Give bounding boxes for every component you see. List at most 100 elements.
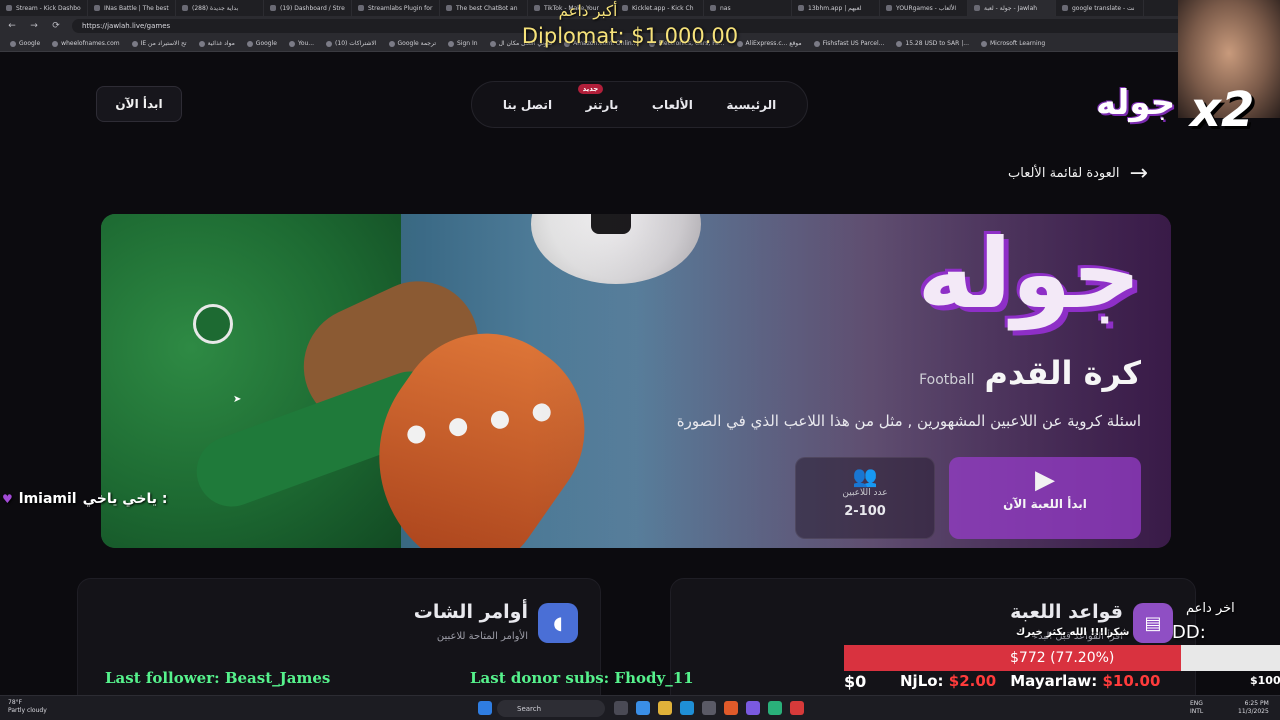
nav-partner-label: بارتنر [585, 97, 619, 112]
browser-tab[interactable]: (288) بداية جديدة [176, 0, 264, 16]
bookmark-favicon-icon [198, 40, 205, 47]
browser-tab[interactable]: Stream - Kick Dashbo [0, 0, 88, 16]
back-to-games-link[interactable]: → العودة لقائمة الألعاب [1008, 161, 1148, 186]
browser-tab[interactable]: google translate - نت [1056, 0, 1144, 16]
task-view-icon[interactable] [614, 701, 628, 715]
bookmark-item[interactable]: Google [4, 40, 46, 47]
language-indicator[interactable]: ENG INTL [1190, 700, 1203, 716]
browser-tab[interactable]: 13bhm.app | لعبهم [792, 0, 880, 16]
tab-label: nas [720, 4, 731, 12]
goal-min: $0 [844, 672, 867, 691]
bookmark-label: You... [297, 40, 315, 47]
nav-partner[interactable]: بارتنر جديد [577, 83, 619, 112]
top-donor-value: Diplomat: $1,000.00 [521, 24, 739, 48]
bookmark-label: Fishsfast US Parcel... [822, 40, 885, 47]
bookmark-favicon-icon [288, 40, 295, 47]
last-donor-label: اخر داعم [1186, 601, 1235, 616]
bookmark-label: Sign In [456, 40, 478, 47]
bookmark-item[interactable]: Microsoft Learning [975, 40, 1051, 47]
donation-goal-text: $772 (77.20%) [1010, 650, 1115, 666]
clock-time: 6:25 PM [1244, 700, 1269, 707]
bookmark-label: مواد غذائية [207, 40, 235, 47]
store-icon[interactable] [702, 701, 716, 715]
widgets-icon[interactable] [636, 701, 650, 715]
heart-icon: ♥ [2, 492, 13, 506]
tab-favicon-icon [798, 5, 804, 11]
bookmark-favicon-icon [896, 40, 903, 47]
nav-contact[interactable]: اتصل بنا [503, 98, 552, 112]
bookmark-item[interactable]: مواد غذائية [193, 40, 241, 47]
page-content: ابدأ الآن الرئيسية الألعاب بارتنر جديد ا… [0, 53, 1280, 695]
tab-favicon-icon [446, 5, 452, 11]
back-arrow-icon[interactable]: ← [6, 21, 18, 31]
bookmark-item[interactable]: (10) الاشتراكات [320, 40, 382, 47]
top-donor-label: أكبر داعم [558, 2, 618, 20]
bookmark-label: Google [255, 40, 277, 47]
taskbar-search[interactable]: Search [497, 700, 605, 717]
play-now-label: ابدأ اللعبة الآن [1003, 497, 1087, 511]
weather-widget[interactable]: 78°F Partly cloudy [8, 699, 47, 715]
nav-games[interactable]: الألعاب [652, 98, 693, 112]
bookmark-label: 15.28 USD to SAR |... [905, 40, 969, 47]
edge-icon[interactable] [680, 701, 694, 715]
bookmark-item[interactable]: Sign In [442, 40, 484, 47]
bookmark-item[interactable]: Google [241, 40, 283, 47]
discord-icon[interactable] [746, 701, 760, 715]
bookmark-item[interactable]: IE تح الاستيراد من [126, 40, 193, 47]
browser-tab[interactable]: Kicklet.app - Kick Ch [616, 0, 704, 16]
browser-tab[interactable]: (19) Dashboard / Stre [264, 0, 352, 16]
browser-tab[interactable]: nas [704, 0, 792, 16]
hero-title: كرة القدم Football [919, 354, 1141, 392]
hero-logo: جوله [917, 218, 1141, 330]
main-nav: الرئيسية الألعاب بارتنر جديد اتصل بنا [471, 81, 808, 128]
tab-label: جولة - لعبة - Jawlah [984, 4, 1038, 12]
file-explorer-icon[interactable] [658, 701, 672, 715]
tab-label: 13bhm.app | لعبهم [808, 4, 862, 12]
tab-favicon-icon [358, 5, 364, 11]
clock-date: 11/3/2025 [1238, 708, 1269, 715]
donation-goal-bar: $772 (77.20%) [844, 645, 1280, 671]
last-follower: Last follower: Beast_James [105, 669, 331, 687]
bookmark-item[interactable]: You... [283, 40, 320, 47]
app-icon[interactable] [768, 701, 782, 715]
chat-text: ياخي ياخي : [82, 491, 168, 507]
browser-tab[interactable]: جولة - لعبة - Jawlah [968, 0, 1056, 16]
bookmark-item[interactable]: Fishsfast US Parcel... [808, 40, 891, 47]
arrow-right-icon: → [1129, 161, 1148, 186]
goal-max: $1000 [1250, 674, 1280, 687]
nav-home[interactable]: الرئيسية [726, 98, 776, 112]
windows-start-icon[interactable] [478, 701, 492, 715]
browser-tab[interactable]: Streamlabs Plugin for [352, 0, 440, 16]
browser-tab[interactable]: INas Battle | The best [88, 0, 176, 16]
browser-tab[interactable]: YOURgames - الألعاب [880, 0, 968, 16]
chat-bubble-icon: ◖ [538, 603, 578, 643]
bookmark-label: IE تح الاستيراد من [140, 40, 187, 47]
weather-desc: Partly cloudy [8, 707, 47, 714]
lang-layout: INTL [1190, 708, 1204, 715]
start-now-button[interactable]: ابدأ الآن [96, 86, 182, 122]
system-clock[interactable]: 6:25 PM 11/3/2025 [1238, 700, 1269, 716]
bookmark-favicon-icon [447, 40, 454, 47]
tab-favicon-icon [622, 5, 628, 11]
bookmark-favicon-icon [326, 40, 333, 47]
bookmark-label: Google [19, 40, 41, 47]
tab-favicon-icon [886, 5, 892, 11]
tab-favicon-icon [94, 5, 100, 11]
bookmark-item[interactable]: Google ترجمة [383, 40, 442, 47]
bookmark-item[interactable]: AliExpress.c... موقع [731, 40, 808, 47]
brave-icon[interactable] [724, 701, 738, 715]
forward-arrow-icon[interactable]: → [28, 21, 40, 31]
donation-ticker: NjLo: $2.00 Mayarlaw: $10.00 [900, 672, 1160, 690]
ticker-name: NjLo: [900, 672, 944, 690]
bookmark-item[interactable]: 15.28 USD to SAR |... [890, 40, 975, 47]
play-now-button[interactable]: ▶ ابدأ اللعبة الآن [949, 457, 1141, 539]
browser-tab[interactable]: The best ChatBot an [440, 0, 528, 16]
site-logo[interactable]: جوله [1096, 83, 1175, 123]
players-count-box: 👥 عدد اللاعبين 2-100 [795, 457, 935, 539]
tab-favicon-icon [270, 5, 276, 11]
ticker-amount: $2.00 [948, 672, 997, 690]
chrome-icon[interactable] [790, 701, 804, 715]
reload-icon[interactable]: ⟳ [50, 21, 62, 31]
mouse-cursor-icon: ➤ [233, 394, 242, 405]
bookmark-item[interactable]: wheelofnames.com [46, 40, 125, 47]
